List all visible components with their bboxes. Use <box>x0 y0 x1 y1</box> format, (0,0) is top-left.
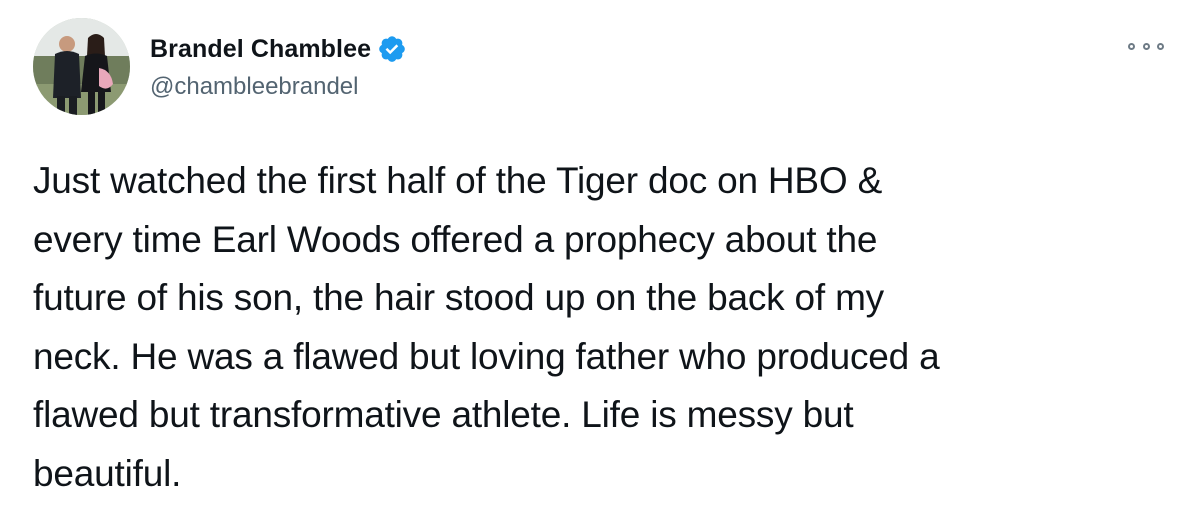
tweet-text-line: every time Earl Woods offered a prophecy… <box>33 218 878 260</box>
more-dot <box>1157 42 1164 50</box>
author-avatar[interactable] <box>33 18 130 115</box>
more-dot <box>1142 42 1150 50</box>
tweet-text: Just watched the first half of the Tiger… <box>33 152 1153 503</box>
author-display-name[interactable]: Brandel Chamblee <box>150 35 371 64</box>
author-name-row: Brandel Chamblee <box>150 31 407 67</box>
avatar-photo-icon <box>33 18 130 115</box>
more-dot <box>1128 42 1135 50</box>
verified-badge-icon <box>377 34 407 64</box>
tweet-text-line: beautiful. <box>33 452 182 494</box>
author-handle[interactable]: @chambleebrandel <box>150 73 359 101</box>
tweet-text-line: Just watched the first half of the Tiger… <box>33 160 883 201</box>
tweet-text-line: flawed but transformative athlete. Life … <box>33 394 854 435</box>
more-options-icon[interactable] <box>1128 38 1164 54</box>
tweet-text-line: neck. He was a flawed but loving father … <box>33 335 940 377</box>
tweet-text-line: future of his son, the hair stood up on … <box>33 277 884 318</box>
tweet-card: Brandel Chamblee @chambleebrandel Just w… <box>0 0 1178 516</box>
